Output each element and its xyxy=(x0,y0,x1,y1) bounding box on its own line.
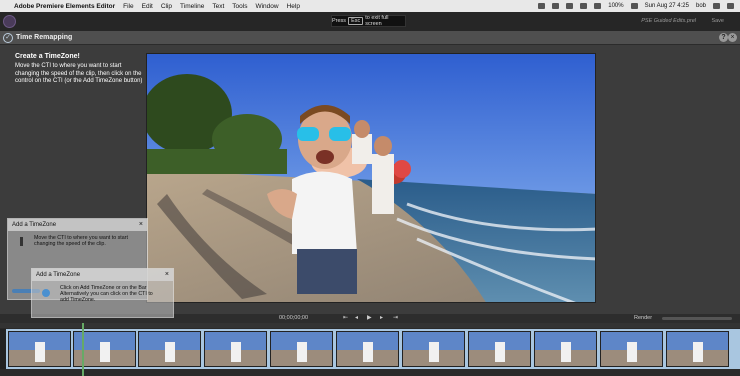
dialog-title: Add a TimeZone xyxy=(36,272,81,278)
instructions-body: Move the CTI to where you want to start … xyxy=(15,63,143,84)
dialog-close-icon[interactable]: × xyxy=(165,271,169,278)
timeline-panel xyxy=(0,323,740,376)
fullscreen-hint: Press Esc to exit full screen xyxy=(331,15,406,27)
menu-clip[interactable]: Clip xyxy=(161,3,172,10)
esc-key-label: Esc xyxy=(348,17,364,25)
dialog-close-icon[interactable]: × xyxy=(139,221,143,228)
cti-icon xyxy=(20,237,23,246)
instructions-heading: Create a TimeZone! xyxy=(15,53,80,60)
guided-edit-header: ✓ Time Remapping ? × xyxy=(0,31,740,45)
cti-playhead[interactable] xyxy=(82,323,84,376)
menu-file[interactable]: File xyxy=(123,3,133,10)
menu-help[interactable]: Help xyxy=(287,3,300,10)
clip-thumbnail xyxy=(8,331,71,367)
dialog-title: Add a TimeZone xyxy=(12,222,57,228)
battery-icon[interactable] xyxy=(630,3,638,9)
menu-text[interactable]: Text xyxy=(212,3,224,10)
video-frame-image xyxy=(147,54,595,302)
video-track[interactable] xyxy=(6,329,740,369)
menu-window[interactable]: Window xyxy=(255,3,278,10)
timeline-ruler[interactable] xyxy=(0,323,740,328)
close-icon[interactable]: × xyxy=(728,33,737,42)
dialog-header: Add a TimeZone × xyxy=(8,219,147,231)
project-name: PSE Guided Edits.prel xyxy=(641,18,696,24)
goto-start-icon[interactable]: ⇤ xyxy=(343,314,348,321)
user-name[interactable]: bob xyxy=(696,3,706,9)
clip-thumbnail xyxy=(270,331,333,367)
spotlight-search-icon[interactable] xyxy=(713,3,720,9)
clip-thumbnail xyxy=(402,331,465,367)
menu-edit[interactable]: Edit xyxy=(142,3,153,10)
wifi-icon[interactable] xyxy=(580,3,588,9)
battery-percent: 100% xyxy=(608,3,624,9)
clip-thumbnail xyxy=(204,331,267,367)
mac-menu-bar: Adobe Premiere Elements Editor File Edit… xyxy=(0,0,740,12)
dropbox-icon[interactable] xyxy=(538,3,546,9)
checkmark-icon: ✓ xyxy=(3,33,13,43)
fullscreen-hint-text-end: to exit full screen xyxy=(365,15,389,27)
add-timezone-dialog-secondary: Add a TimeZone × Click on Add TimeZone o… xyxy=(31,268,174,318)
step-back-icon[interactable]: ◂ xyxy=(355,314,358,321)
clip-thumbnail xyxy=(138,331,201,367)
video-preview[interactable] xyxy=(146,53,596,303)
help-icon[interactable]: ? xyxy=(719,33,728,42)
volume-icon[interactable] xyxy=(594,3,602,9)
status-area: 100% Sun Aug 27 4:25 bob xyxy=(538,0,734,12)
clip-thumbnail xyxy=(600,331,663,367)
panel-title: Time Remapping xyxy=(16,34,73,41)
dialog-header: Add a TimeZone × xyxy=(32,269,173,281)
timecode[interactable]: 00;00;00;00 xyxy=(279,315,308,321)
instructions-panel: Create a TimeZone! Move the CTI to where… xyxy=(15,53,145,86)
step-forward-icon[interactable]: ▸ xyxy=(380,314,383,321)
fullscreen-hint-text: Press xyxy=(332,18,347,24)
dialog-text-line-3: add TimeZone. xyxy=(60,297,96,303)
play-icon[interactable]: ▶ xyxy=(367,314,372,321)
zoom-slider[interactable] xyxy=(662,317,732,320)
clip-thumbnail xyxy=(666,331,729,367)
render-button[interactable]: Render xyxy=(634,315,652,321)
menu-tools[interactable]: Tools xyxy=(232,3,247,10)
display-icon[interactable] xyxy=(552,3,560,9)
app-title-bar: Press Esc to exit full screen PSE Guided… xyxy=(0,12,740,31)
save-button[interactable]: Save xyxy=(711,18,724,24)
notification-center-icon[interactable] xyxy=(727,3,734,9)
clip-thumbnail xyxy=(534,331,597,367)
clip-thumbnail xyxy=(336,331,399,367)
clock[interactable]: Sun Aug 27 4:25 xyxy=(645,3,689,9)
menu-timeline[interactable]: Timeline xyxy=(180,3,204,10)
goto-end-icon[interactable]: ⇥ xyxy=(393,314,398,321)
app-name-menu[interactable]: Adobe Premiere Elements Editor xyxy=(14,3,115,10)
clip-thumbnail xyxy=(468,331,531,367)
bluetooth-icon[interactable] xyxy=(566,3,574,9)
dialog-text: Move the CTI to where you want to start … xyxy=(34,235,128,248)
add-timezone-icon[interactable] xyxy=(42,289,50,297)
app-logo-icon xyxy=(3,15,16,28)
